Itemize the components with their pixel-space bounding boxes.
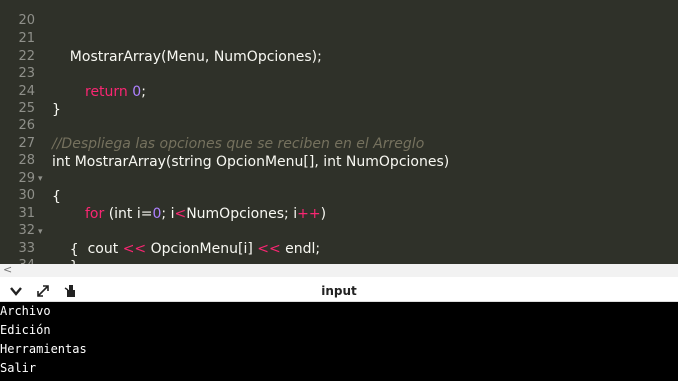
console-line: Edición: [0, 323, 51, 337]
code-line[interactable]: 22: [0, 30, 678, 64]
code-line[interactable]: 34: [0, 239, 678, 264]
console-line: Archivo: [0, 304, 51, 318]
code-line[interactable]: 29: [0, 152, 678, 186]
console-line: Herramientas: [0, 342, 87, 356]
code-line[interactable]: 31 ▾ {: [0, 187, 678, 258]
code-line[interactable]: 21 MostrarArray(Menu, NumOpciones);: [0, 12, 678, 65]
console-line: Salir: [0, 361, 37, 375]
scroll-left-icon[interactable]: <: [3, 263, 12, 276]
code-line[interactable]: 26 //Despliega las opciones que se recib…: [0, 99, 678, 152]
horizontal-scrollbar[interactable]: <: [0, 263, 678, 277]
code-line[interactable]: 30 for (int i=0; i<NumOpciones; i++): [0, 169, 678, 222]
code-line[interactable]: 28 ▾ {: [0, 134, 678, 205]
console-output[interactable]: Archivo Edición Herramientas Salir: [0, 302, 678, 381]
code-editor[interactable]: 20 21 MostrarArray(Menu, NumOpciones); 2…: [0, 0, 678, 264]
code-line[interactable]: 25: [0, 82, 678, 116]
code-line[interactable]: 20: [0, 0, 678, 28]
console-toolbar: input: [0, 282, 678, 302]
code-line[interactable]: 23 return 0;: [0, 47, 678, 100]
console-title: input: [321, 284, 357, 298]
code-line[interactable]: 33 }: [0, 222, 678, 264]
code-line[interactable]: 32 cout << OpcionMenu[i] << endl;: [0, 204, 678, 257]
code-line[interactable]: 24 }: [0, 65, 678, 118]
code-line[interactable]: 27 int MostrarArray(string OpcionMenu[],…: [0, 117, 678, 170]
